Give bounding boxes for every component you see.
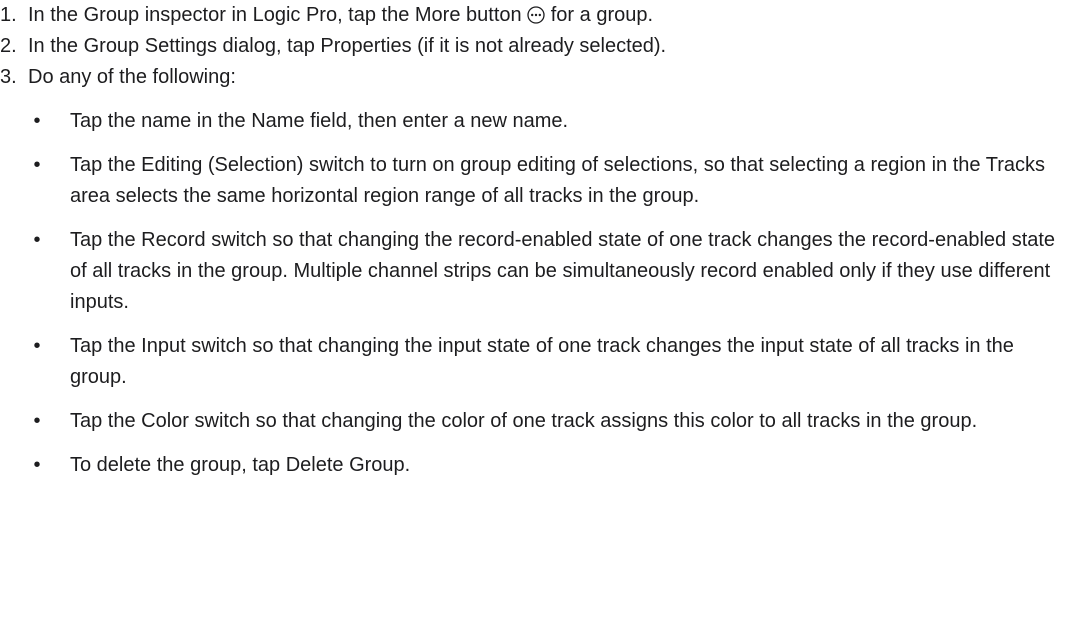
step-1-number: 1.	[0, 4, 17, 26]
bullet-item-delete-group: • To delete the group, tap Delete Group.	[28, 450, 1076, 481]
bullet-item-editing-switch: • Tap the Editing (Selection) switch to …	[28, 150, 1076, 212]
step-3-text: Do any of the following:	[28, 66, 236, 88]
step-1-text-after-icon: for a group.	[545, 4, 654, 26]
bullet-dot: •	[33, 335, 41, 357]
step-2-text: In the Group Settings dialog, tap Proper…	[28, 35, 667, 57]
bullet-text: Tap the Record switch so that changing t…	[70, 229, 1056, 313]
instructions-document: 1. In the Group inspector in Logic Pro, …	[0, 0, 1076, 626]
bullet-item-input-switch: • Tap the Input switch so that changing …	[28, 331, 1076, 393]
step-2: 2. In the Group Settings dialog, tap Pro…	[0, 31, 1076, 62]
steps-list: 1. In the Group inspector in Logic Pro, …	[0, 0, 1076, 481]
step-1-text-before-icon: In the Group inspector in Logic Pro, tap…	[28, 4, 528, 26]
bullet-text: Tap the Input switch so that changing th…	[70, 335, 1014, 388]
bullet-text: To delete the group, tap Delete Group.	[70, 454, 411, 476]
step-3: 3. Do any of the following: • Tap the na…	[0, 62, 1076, 481]
bullet-dot: •	[33, 229, 41, 251]
bullet-item-color-switch: • Tap the Color switch so that changing …	[28, 406, 1076, 437]
bullet-dot: •	[33, 454, 41, 476]
bullet-text: Tap the Color switch so that changing th…	[70, 410, 978, 432]
step-2-number: 2.	[0, 35, 17, 57]
bullet-dot: •	[33, 410, 41, 432]
bullet-text: Tap the Editing (Selection) switch to tu…	[70, 154, 1045, 207]
more-ellipsis-circle-icon	[527, 6, 545, 24]
options-bullet-list: • Tap the name in the Name field, then e…	[28, 106, 1076, 481]
bullet-dot: •	[33, 110, 41, 132]
step-1: 1. In the Group inspector in Logic Pro, …	[0, 0, 1076, 31]
bullet-item-record-switch: • Tap the Record switch so that changing…	[28, 225, 1076, 318]
bullet-dot: •	[33, 154, 41, 176]
step-3-number: 3.	[0, 66, 17, 88]
bullet-text: Tap the name in the Name field, then ent…	[70, 110, 569, 132]
bullet-item-name-field: • Tap the name in the Name field, then e…	[28, 106, 1076, 137]
